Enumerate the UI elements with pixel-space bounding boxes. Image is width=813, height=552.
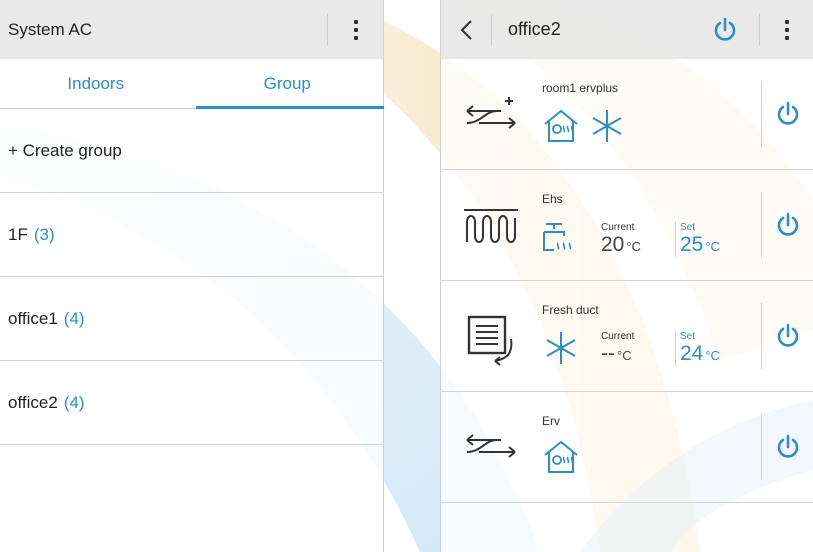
group-detail-panel: office2 room1 ervplus Ehs Current 20 °C … [440, 0, 813, 552]
device-power-button[interactable] [761, 303, 813, 369]
set-temp-value: 25 °C [680, 233, 720, 256]
group-count: (4) [63, 392, 85, 412]
chevron-left-icon [460, 19, 472, 40]
power-icon [777, 101, 798, 125]
current-temp-block: Current -- °C [601, 331, 634, 366]
duct-icon [467, 315, 513, 366]
power-icon [714, 17, 736, 41]
fan-heat-icon [544, 440, 578, 473]
power-icon [777, 323, 798, 347]
current-temp-value: 20 °C [601, 233, 641, 256]
more-vert-icon [784, 20, 789, 40]
device-name: Ehs [542, 192, 563, 206]
group-list-panel: System AC Indoors Group + Create group 1… [0, 0, 384, 552]
cool-snowflake-icon [592, 110, 622, 142]
device-row-room1-ervplus[interactable]: room1 ervplus [441, 59, 813, 170]
device-power-button[interactable] [761, 414, 813, 480]
group-power-button[interactable] [709, 14, 741, 46]
current-temp-block: Current 20 °C [601, 222, 641, 257]
set-temp-block[interactable]: Set 24 °C [675, 331, 720, 366]
set-temp-block[interactable]: Set 25 °C [675, 222, 720, 257]
group-title: office2 [508, 19, 561, 39]
group-item-office2[interactable]: office2 (4) [0, 361, 383, 445]
device-row-fresh-duct[interactable]: Fresh duct Current -- °C Set 24 °C [441, 281, 813, 392]
tab-selected-indicator [196, 106, 384, 109]
group-name: office2 [8, 392, 58, 412]
more-vert-icon [353, 20, 358, 40]
left-appbar: System AC [0, 0, 383, 59]
power-icon [777, 212, 798, 236]
device-name: Erv [542, 414, 560, 428]
create-group-label: + Create group [8, 140, 122, 160]
tab-bar: Indoors Group [0, 59, 384, 109]
tab-indoors[interactable]: Indoors [0, 59, 192, 108]
overflow-menu-button[interactable] [759, 14, 813, 46]
tab-group[interactable]: Group [192, 59, 384, 108]
fan-heat-icon [544, 109, 578, 142]
device-power-button[interactable] [761, 81, 813, 147]
group-count: (3) [33, 224, 55, 244]
set-temp-value: 24 °C [680, 342, 720, 365]
group-name: 1F [8, 224, 28, 244]
water-heat-icon [543, 223, 572, 251]
create-group-button[interactable]: + Create group [0, 109, 383, 193]
erv-plus-icon [466, 97, 516, 129]
device-name: room1 ervplus [542, 81, 619, 95]
device-name: Fresh duct [542, 303, 599, 317]
group-item-office1[interactable]: office1 (4) [0, 277, 383, 361]
current-temp-label: Current [601, 331, 635, 342]
current-temp-label: Current [601, 222, 635, 233]
power-icon [777, 434, 798, 458]
group-count: (4) [63, 308, 85, 328]
right-appbar: office2 [441, 0, 813, 59]
device-power-button[interactable] [761, 192, 813, 258]
set-temp-label: Set [680, 331, 696, 342]
heater-coil-icon [464, 209, 518, 243]
current-temp-value: -- °C [601, 342, 632, 365]
back-button[interactable] [441, 0, 491, 59]
set-temp-label: Set [680, 222, 696, 233]
device-row-erv[interactable]: Erv [441, 392, 813, 503]
erv-icon [466, 434, 516, 458]
group-name: office1 [8, 308, 58, 328]
group-item-1f[interactable]: 1F (3) [0, 193, 383, 277]
overflow-menu-button[interactable] [327, 14, 383, 46]
device-row-ehs[interactable]: Ehs Current 20 °C Set 25 °C [441, 170, 813, 281]
cool-snowflake-icon [546, 332, 576, 364]
page-title: System AC [8, 19, 93, 39]
